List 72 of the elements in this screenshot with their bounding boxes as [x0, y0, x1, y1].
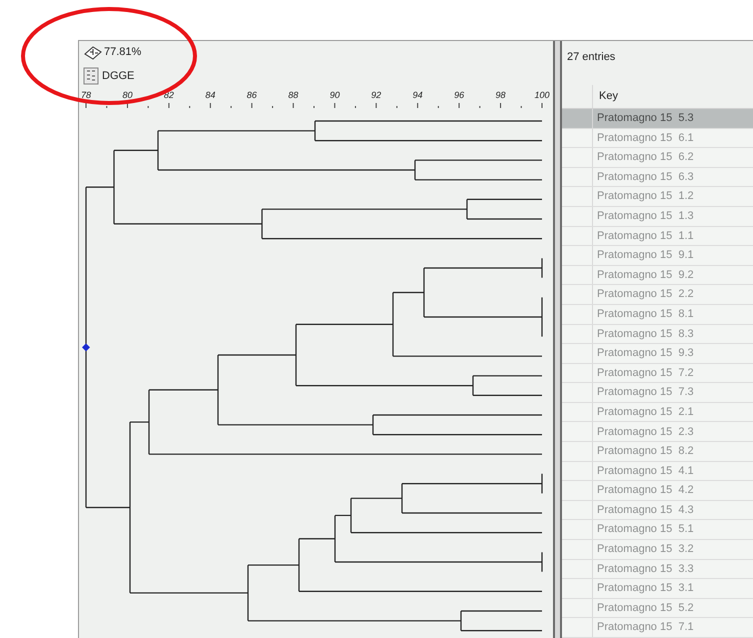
list-row[interactable]: Pratomagno 15 7.2	[562, 364, 753, 384]
key-cell-text: Pratomagno 15 9.2	[596, 268, 694, 283]
list-row[interactable]: Pratomagno 15 9.2	[562, 266, 753, 286]
list-row[interactable]: Pratomagno 15 5.3	[562, 108, 753, 129]
key-cell-text: Pratomagno 15 3.1	[596, 581, 694, 596]
axis-tick-label: 84	[205, 90, 216, 100]
list-row[interactable]: Pratomagno 15 2.2	[562, 285, 753, 305]
list-row[interactable]: Pratomagno 15 3.1	[562, 579, 753, 599]
key-cell-text: Pratomagno 15 7.1	[596, 620, 694, 636]
list-row[interactable]: Pratomagno 15 8.3	[562, 324, 753, 344]
key-cell-text: Pratomagno 15 2.3	[596, 424, 694, 440]
list-row[interactable]: Pratomagno 15 8.2	[562, 442, 753, 462]
key-cell-text: Pratomagno 15 1.2	[596, 189, 694, 204]
key-cell-text: Pratomagno 15 9.1	[596, 248, 694, 264]
list-row[interactable]: Pratomagno 15 8.1	[562, 304, 753, 324]
key-cell-text: Pratomagno 15 7.2	[596, 366, 694, 381]
key-cell-text: Pratomagno 15 8.3	[596, 326, 694, 342]
list-row[interactable]: Pratomagno 15 5.2	[562, 598, 753, 618]
list-row[interactable]: Pratomagno 15 3.2	[562, 540, 753, 560]
list-row[interactable]: Pratomagno 15 3.3	[562, 560, 753, 580]
axis-tick-label: 88	[288, 90, 298, 100]
list-row[interactable]: Pratomagno 15 1.2	[562, 187, 753, 207]
list-row[interactable]: Pratomagno 15 5.1	[562, 520, 753, 540]
axis-tick-label: 92	[371, 90, 382, 100]
list-row[interactable]: Pratomagno 15 2.1	[562, 402, 753, 422]
key-cell-text: Pratomagno 15 3.2	[596, 542, 694, 558]
list-row[interactable]: Pratomagno 15 2.3	[562, 422, 753, 442]
key-cell-text: Pratomagno 15 6.3	[596, 170, 694, 185]
axis-tick-label: 90	[330, 90, 340, 100]
experiment-name: DGGE	[102, 68, 134, 84]
list-row[interactable]: Pratomagno 15 9.1	[562, 246, 753, 266]
key-cell-text: Pratomagno 15 2.1	[596, 404, 694, 420]
column-header[interactable]: Key	[593, 84, 753, 108]
key-cell-text: Pratomagno 15 5.1	[596, 522, 694, 538]
entries-count: 27 entries	[567, 51, 616, 63]
list-row[interactable]: Pratomagno 15 7.3	[562, 383, 753, 403]
splitter[interactable]	[553, 41, 562, 638]
axis-tick-label: 98	[496, 90, 506, 100]
key-cell-text: Pratomagno 15 9.3	[596, 346, 694, 362]
list-row[interactable]: Pratomagno 15 6.2	[562, 148, 753, 168]
list-row[interactable]: Pratomagno 15 4.2	[562, 481, 753, 501]
key-cell-text: Pratomagno 15 1.3	[596, 208, 694, 224]
list-row[interactable]: Pratomagno 15 6.1	[562, 128, 753, 148]
axis-tick-label: 100	[534, 90, 550, 100]
key-cell-text: Pratomagno 15 4.1	[596, 464, 694, 479]
key-cell-text: Pratomagno 15 4.3	[596, 502, 694, 518]
key-cell-text: Pratomagno 15 6.2	[596, 150, 694, 166]
axis-tick-label: 86	[246, 90, 257, 100]
axis-tick-label: 94	[412, 90, 423, 100]
key-cell-text: Pratomagno 15 4.2	[596, 483, 694, 498]
axis-tick-label: 78	[81, 90, 91, 100]
key-cell-text: Pratomagno 15 8.1	[596, 306, 694, 322]
key-cell-text: Pratomagno 15 5.2	[596, 600, 694, 616]
key-cell-text: Pratomagno 15 2.2	[596, 287, 694, 302]
axis-tick-label: 80	[122, 90, 132, 100]
list-row[interactable]: Pratomagno 15 6.3	[562, 168, 753, 188]
list-row[interactable]: Pratomagno 15 4.3	[562, 500, 753, 520]
list-row[interactable]: Pratomagno 15 1.3	[562, 206, 753, 227]
root-node-icon[interactable]	[82, 343, 90, 352]
key-cell-text: Pratomagno 15 6.1	[596, 130, 694, 146]
key-cell-text: Pratomagno 15 5.3	[596, 111, 694, 126]
gel-lanes-icon[interactable]	[83, 67, 99, 85]
list-row[interactable]: Pratomagno 15 7.1	[562, 618, 753, 638]
similarity-value: 77.81%	[104, 44, 142, 60]
axis-tick-label: 96	[454, 90, 464, 100]
list-row[interactable]: Pratomagno 15 1.1	[562, 226, 753, 246]
list-row[interactable]: Pratomagno 15 4.1	[562, 462, 753, 482]
key-cell-text: Pratomagno 15 3.3	[596, 562, 694, 577]
list-row[interactable]: Pratomagno 15 9.3	[562, 344, 753, 364]
key-cell-text: Pratomagno 15 8.2	[596, 444, 694, 460]
key-cell-text: Pratomagno 15 7.3	[596, 385, 694, 400]
key-cell-text: Pratomagno 15 1.1	[596, 228, 694, 244]
